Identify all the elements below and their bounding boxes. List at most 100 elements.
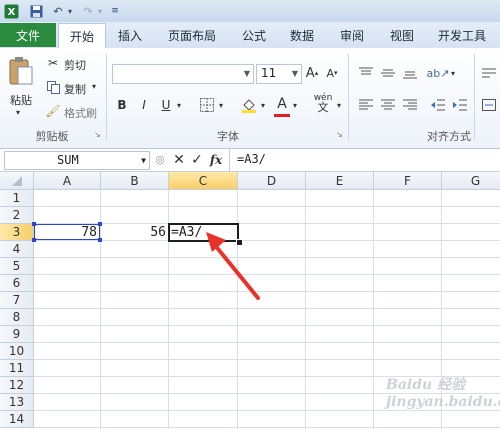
title-bar: X ↶ ▾ ↷ ▾ ≡ <box>0 0 500 23</box>
cut-label[interactable]: 剪切 <box>64 57 86 73</box>
worksheet-grid[interactable]: A B C D E F G 1 2 3 4 5 6 7 8 9 10 11 12… <box>0 172 500 429</box>
copy-icon[interactable] <box>46 80 60 94</box>
paste-icon[interactable] <box>6 54 36 88</box>
tab-insert[interactable]: 插入 <box>108 23 152 47</box>
align-center-icon[interactable] <box>378 96 398 114</box>
font-size-dropdown-icon[interactable]: ▼ <box>292 69 298 78</box>
gridline <box>34 257 500 258</box>
borders-icon[interactable] <box>198 96 216 114</box>
save-icon[interactable] <box>28 3 44 19</box>
decrease-indent-icon[interactable] <box>428 96 448 114</box>
copy-label[interactable]: 复制 <box>64 81 86 97</box>
font-color-button[interactable]: A <box>274 94 290 117</box>
insert-function-button[interactable]: fx <box>207 151 225 168</box>
paste-label[interactable]: 粘贴 <box>10 92 32 108</box>
cell-a3[interactable]: 78 <box>36 225 97 241</box>
row-header-5[interactable]: 5 <box>0 258 34 275</box>
row-header-7[interactable]: 7 <box>0 292 34 309</box>
watermark-text: Baidu 经验 jingyan.baidu.com <box>386 377 500 410</box>
fill-color-icon[interactable] <box>240 96 258 114</box>
column-header-f[interactable]: F <box>374 172 442 190</box>
customize-qat-icon[interactable]: ≡ <box>110 3 120 19</box>
tab-view[interactable]: 视图 <box>382 23 422 47</box>
column-header-a[interactable]: A <box>34 172 101 190</box>
cut-icon[interactable]: ✂ <box>46 56 60 70</box>
row-header-13[interactable]: 13 <box>0 394 34 411</box>
increase-indent-icon[interactable] <box>450 96 470 114</box>
merge-center-icon[interactable] <box>480 96 498 114</box>
row-header-14[interactable]: 14 <box>0 411 34 428</box>
italic-button[interactable]: I <box>136 96 152 114</box>
grow-font-icon[interactable]: A ▴ <box>304 64 320 82</box>
tab-data[interactable]: 数据 <box>282 23 322 47</box>
name-box-dropdown-icon[interactable]: ▼ <box>141 152 146 169</box>
ribbon-home: 粘贴 ▾ ✂ 剪切 复制 ▾ 🖌 格式刷 剪贴板 ↘ ▼ 11 ▼ A ▴ A ▾ … <box>0 48 500 149</box>
bold-button[interactable]: B <box>114 96 130 114</box>
undo-icon[interactable]: ↶ <box>50 3 66 19</box>
font-launcher-icon[interactable]: ↘ <box>336 130 343 139</box>
formula-bar-expander-icon[interactable]: ◎ <box>153 152 167 167</box>
cell-b3[interactable]: 56 <box>102 225 166 241</box>
copy-dropdown-icon[interactable]: ▾ <box>92 82 96 91</box>
column-header-e[interactable]: E <box>306 172 374 190</box>
font-name-dropdown-icon[interactable]: ▼ <box>244 69 250 78</box>
align-top-icon[interactable] <box>356 64 376 82</box>
row-header-10[interactable]: 10 <box>0 343 34 360</box>
formula-bar-divider <box>229 149 230 171</box>
redo-icon: ↷ <box>83 4 93 18</box>
enter-icon[interactable]: ✓ <box>189 151 205 168</box>
column-header-d[interactable]: D <box>238 172 306 190</box>
underline-button[interactable]: U <box>158 96 174 114</box>
row-header-8[interactable]: 8 <box>0 309 34 326</box>
row-header-4[interactable]: 4 <box>0 241 34 258</box>
borders-dropdown-icon[interactable]: ▾ <box>216 96 226 114</box>
gridline <box>34 342 500 343</box>
row-header-3[interactable]: 3 <box>0 224 34 241</box>
gridline <box>34 325 500 326</box>
orientation-dropdown-icon[interactable]: ▾ <box>448 64 458 82</box>
tab-review[interactable]: 审阅 <box>332 23 372 47</box>
tab-formulas[interactable]: 公式 <box>234 23 274 47</box>
row-header-6[interactable]: 6 <box>0 275 34 292</box>
paste-dropdown-icon[interactable]: ▾ <box>16 108 20 117</box>
column-header-b[interactable]: B <box>101 172 169 190</box>
font-color-dropdown-icon[interactable]: ▾ <box>290 96 300 114</box>
underline-dropdown-icon[interactable]: ▾ <box>174 96 184 114</box>
align-left-icon[interactable] <box>356 96 376 114</box>
font-name-combo[interactable]: ▼ <box>112 64 254 84</box>
row-header-2[interactable]: 2 <box>0 207 34 224</box>
phonetic-dropdown-icon[interactable]: ▾ <box>334 96 344 114</box>
column-header-c[interactable]: C <box>169 172 238 190</box>
shrink-font-icon[interactable]: A ▾ <box>324 64 340 82</box>
orientation-icon[interactable]: ab↗ <box>427 64 450 82</box>
column-header-g[interactable]: G <box>442 172 500 190</box>
align-middle-icon[interactable] <box>378 64 398 82</box>
cancel-icon[interactable]: ✕ <box>171 151 187 168</box>
row-header-1[interactable]: 1 <box>0 190 34 207</box>
align-bottom-icon[interactable] <box>400 64 420 82</box>
watermark-logo: Baidu 经验 jingyan.baidu.com <box>386 374 500 424</box>
wrap-text-icon[interactable] <box>480 64 498 82</box>
format-painter-icon[interactable]: 🖌 <box>45 104 60 118</box>
formula-bar: SUM ▼ ◎ ✕ ✓ fx =A3/ <box>0 149 500 172</box>
font-size-combo[interactable]: 11 ▼ <box>256 64 302 84</box>
format-painter-label[interactable]: 格式刷 <box>64 105 97 121</box>
align-right-icon[interactable] <box>400 96 420 114</box>
select-all-corner[interactable] <box>0 172 34 190</box>
formula-input[interactable]: =A3/ <box>237 151 266 168</box>
name-box[interactable]: SUM ▼ <box>4 151 150 170</box>
row-header-12[interactable]: 12 <box>0 377 34 394</box>
phonetic-guide-icon[interactable]: wén 文 <box>312 92 334 114</box>
tab-file[interactable]: 文件 <box>0 23 56 47</box>
tab-page-layout[interactable]: 页面布局 <box>158 23 226 47</box>
tab-home[interactable]: 开始 <box>58 23 106 49</box>
undo-dropdown-icon[interactable]: ▾ <box>66 3 74 19</box>
row-header-9[interactable]: 9 <box>0 326 34 343</box>
tab-developer[interactable]: 开发工具 <box>430 23 494 47</box>
redo-dropdown-icon: ▾ <box>97 6 102 16</box>
font-size-value: 11 <box>261 66 277 80</box>
clipboard-launcher-icon[interactable]: ↘ <box>94 130 101 139</box>
row-header-11[interactable]: 11 <box>0 360 34 377</box>
gridline <box>34 274 500 275</box>
fill-color-dropdown-icon[interactable]: ▾ <box>258 96 268 114</box>
